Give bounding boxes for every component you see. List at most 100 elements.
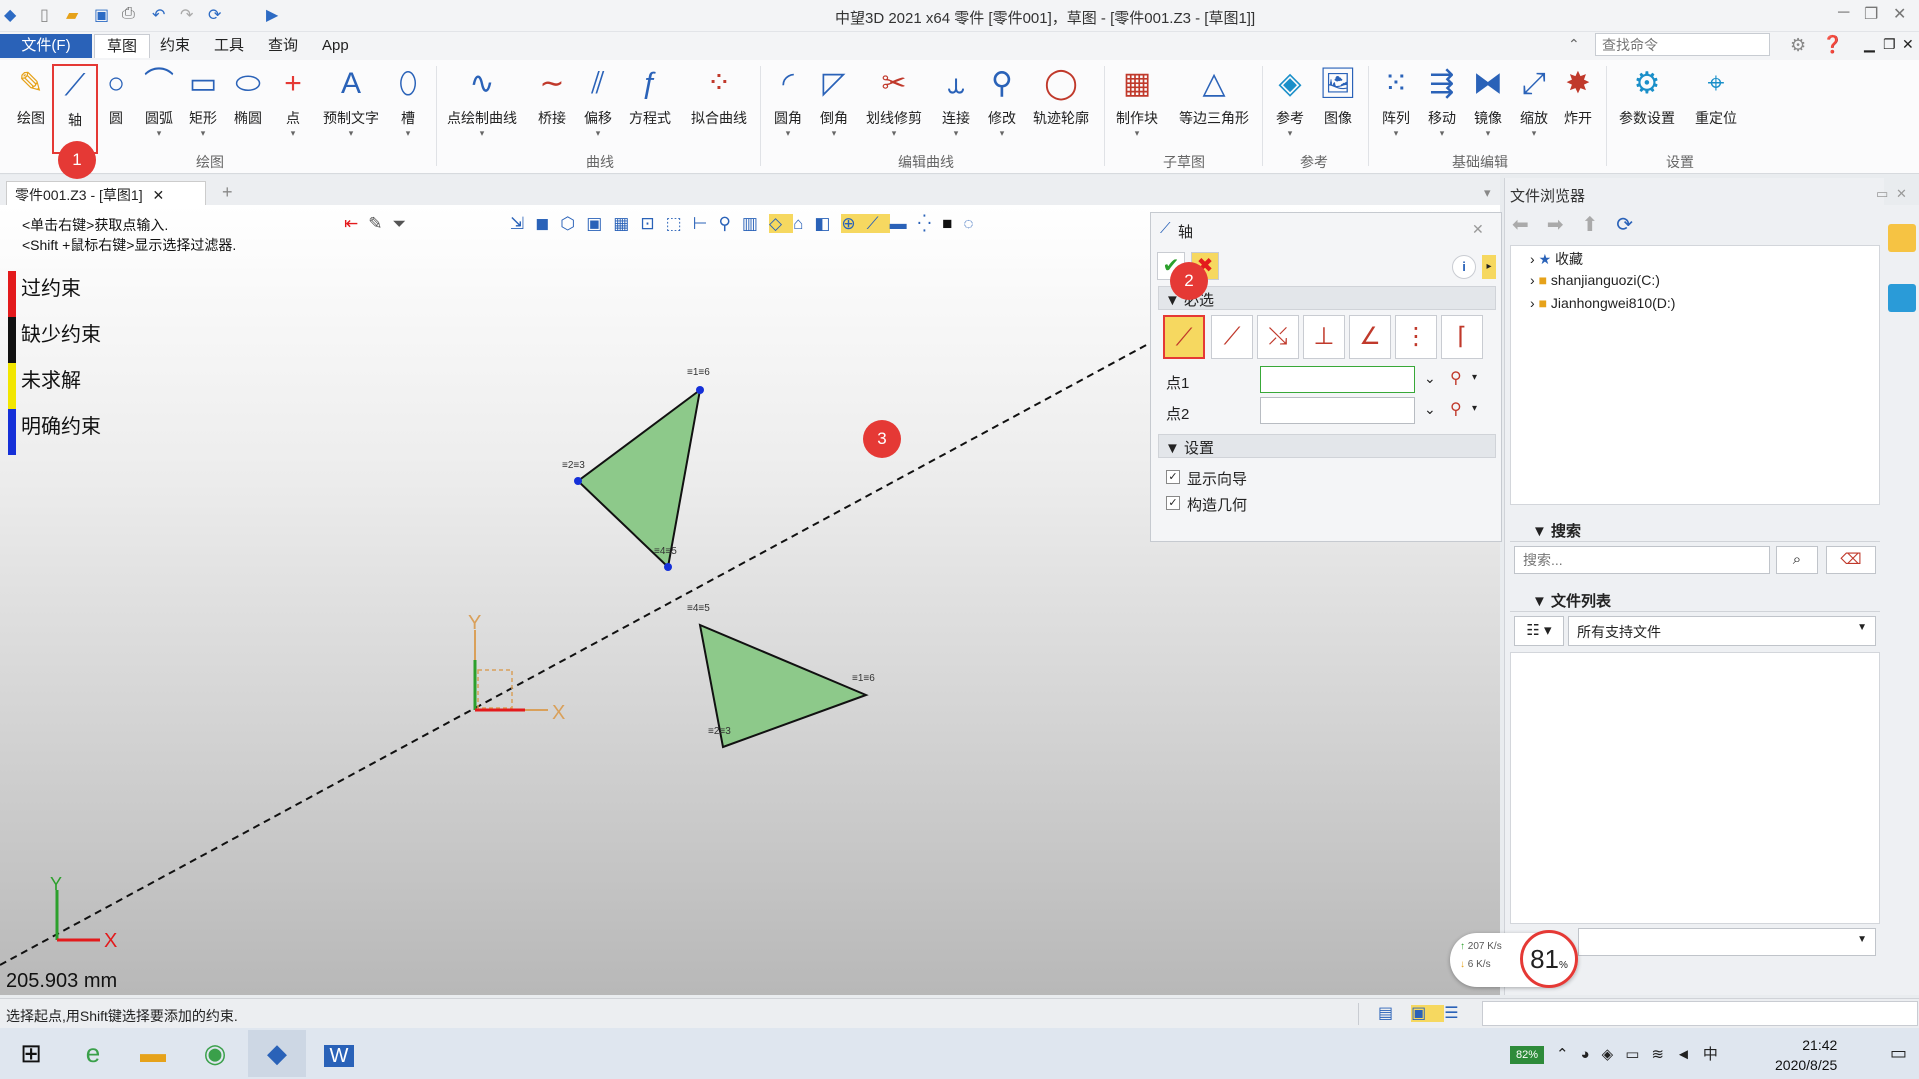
- point1-pick-icon[interactable]: ⚲: [1450, 368, 1462, 388]
- tab-list-icon[interactable]: ▾: [1484, 185, 1491, 201]
- doc-minimize-button[interactable]: ▁: [1864, 36, 1875, 53]
- trim-button[interactable]: ✂ 划线修剪 ▾: [862, 64, 926, 154]
- open-folder-icon[interactable]: ▰: [66, 5, 78, 25]
- brush-icon[interactable]: ✎: [368, 214, 392, 233]
- tree-item-favorites[interactable]: › ★ 收藏: [1530, 249, 1583, 269]
- file-menu[interactable]: 文件(F): [0, 34, 92, 58]
- dots-icon[interactable]: ⁛: [918, 214, 943, 233]
- forward-icon[interactable]: ➡: [1547, 214, 1582, 236]
- trace-profile-button[interactable]: ◯ 轨迹轮廓: [1028, 64, 1094, 154]
- clear-search-button[interactable]: ⌫: [1826, 546, 1876, 574]
- save-icon[interactable]: ▣: [94, 5, 109, 25]
- chamfer-button[interactable]: ◸ 倒角 ▾: [812, 64, 856, 154]
- panel-close-icon[interactable]: ✕: [1472, 221, 1484, 238]
- hide-icon[interactable]: ◧: [814, 214, 841, 233]
- measure-icon[interactable]: ⟋: [866, 214, 890, 233]
- close-button[interactable]: ✕: [1893, 4, 1906, 24]
- select-icon[interactable]: ⇲: [510, 214, 535, 233]
- parameter-settings-button[interactable]: ⚙ 参数设置: [1612, 64, 1682, 154]
- equilateral-triangle-button[interactable]: △ 等边三角形: [1172, 64, 1256, 154]
- view-mode-button[interactable]: ☷ ▾: [1514, 616, 1564, 646]
- scale-button[interactable]: ⤢ 缩放 ▾: [1512, 64, 1556, 154]
- layer-icon[interactable]: ▥: [742, 214, 769, 233]
- run-icon[interactable]: ▶: [266, 5, 278, 25]
- mirror-button[interactable]: ⧓ 镜像 ▾: [1466, 64, 1510, 154]
- wps-icon[interactable]: W: [310, 1030, 368, 1077]
- tray-network-app-icon[interactable]: ◈: [1602, 1046, 1626, 1063]
- connect-button[interactable]: ⥿ 连接 ▾: [934, 64, 978, 154]
- restore-button[interactable]: ❐: [1864, 4, 1878, 24]
- construct-geometry-checkbox[interactable]: ✓: [1166, 496, 1180, 510]
- tree-item-drive-c[interactable]: › ■ shanjianguozi(C:): [1530, 272, 1660, 288]
- offset-button[interactable]: ⫽ 偏移 ▾: [576, 64, 620, 154]
- axis-type-option[interactable]: ⊥: [1303, 315, 1345, 359]
- tray-expand-icon[interactable]: ⌃: [1556, 1046, 1581, 1063]
- point-curve-button[interactable]: ∿ 点绘制曲线 ▾: [442, 64, 522, 154]
- tray-device-icon[interactable]: ▭: [1625, 1046, 1651, 1063]
- search-button[interactable]: ⌕: [1776, 546, 1818, 574]
- axis-type-option[interactable]: ⌈: [1441, 315, 1483, 359]
- dimension-icon[interactable]: ⊢: [693, 214, 719, 233]
- axis-type-option[interactable]: ⤯: [1257, 315, 1299, 359]
- target-icon[interactable]: ⊕: [841, 214, 867, 233]
- reference-button[interactable]: ◈ 参考 ▾: [1268, 64, 1312, 154]
- point1-dropdown-icon[interactable]: ▾: [1472, 372, 1477, 383]
- section-file-list[interactable]: ▼ 文件列表: [1510, 586, 1880, 612]
- list-icon[interactable]: ☰: [1444, 1005, 1476, 1022]
- draw-button[interactable]: ✎ 绘图: [8, 64, 54, 154]
- axis-type-option[interactable]: ⟋: [1211, 315, 1253, 359]
- tray-app-icon[interactable]: ◕: [1581, 1046, 1602, 1063]
- explode-button[interactable]: ✸ 炸开: [1556, 64, 1600, 154]
- image-button[interactable]: 🖼 图像: [1316, 64, 1360, 154]
- array-button[interactable]: ⁙ 阵列 ▾: [1374, 64, 1418, 154]
- windows-start-icon[interactable]: ⊞: [2, 1030, 60, 1077]
- path-select[interactable]: ▼: [1578, 928, 1876, 956]
- tab-tools[interactable]: 工具: [202, 34, 256, 58]
- ime-icon[interactable]: 中: [1703, 1046, 1730, 1063]
- tab-constraint[interactable]: 约束: [148, 34, 202, 58]
- memory-usage-gauge[interactable]: 81%: [1520, 930, 1578, 988]
- rectangle-button[interactable]: ▭ 矩形 ▾: [182, 64, 224, 154]
- expand-panel-icon[interactable]: ▸: [1482, 255, 1496, 279]
- equation-button[interactable]: ƒ 方程式: [622, 64, 678, 154]
- zoom-box-icon[interactable]: ⬚: [666, 214, 693, 233]
- zw3d-taskbar-icon[interactable]: ◆: [248, 1030, 306, 1077]
- panel-float-icon[interactable]: ▭: [1876, 186, 1888, 202]
- browser-icon[interactable]: e: [64, 1030, 122, 1077]
- zoom-fit-icon[interactable]: ⊡: [640, 214, 665, 233]
- rebuild-icon[interactable]: ⟳: [208, 5, 221, 25]
- point2-dropdown-icon[interactable]: ▾: [1472, 403, 1477, 414]
- command-search-input[interactable]: [1595, 33, 1770, 56]
- minimize-button[interactable]: ─: [1838, 4, 1849, 22]
- move-button[interactable]: ⇶ 移动 ▾: [1420, 64, 1464, 154]
- new-file-icon[interactable]: ▯: [40, 5, 49, 25]
- print-icon[interactable]: ⎙: [122, 5, 135, 23]
- point1-options-icon[interactable]: ⌄: [1424, 370, 1436, 387]
- notification-icon[interactable]: ▭: [1890, 1043, 1907, 1064]
- doc-restore-button[interactable]: ❐: [1883, 36, 1896, 53]
- screen-icon[interactable]: ▣: [1411, 1005, 1445, 1022]
- ellipse-button[interactable]: ⬭ 椭圆: [226, 64, 270, 154]
- wifi-icon[interactable]: ≋: [1651, 1046, 1676, 1063]
- display-icon[interactable]: ▬: [890, 214, 918, 233]
- bridge-button[interactable]: ∼ 桥接: [530, 64, 574, 154]
- reposition-button[interactable]: ⌖ 重定位: [1688, 64, 1744, 154]
- lock-icon[interactable]: ⌂: [793, 214, 814, 233]
- tab-sketch[interactable]: 草图: [94, 34, 151, 58]
- file-filter-select[interactable]: 所有支持文件 ▼: [1568, 616, 1876, 646]
- point-button[interactable]: + 点 ▾: [274, 64, 312, 154]
- section-search[interactable]: ▼ 搜索: [1510, 516, 1880, 542]
- point1-input[interactable]: [1260, 366, 1415, 393]
- tree-item-drive-d[interactable]: › ■ Jianhongwei810(D:): [1530, 295, 1675, 311]
- file-list[interactable]: [1510, 652, 1880, 924]
- status-input[interactable]: [1482, 1001, 1918, 1026]
- make-block-button[interactable]: ▦ 制作块 ▾: [1110, 64, 1164, 154]
- up-icon[interactable]: ⬆: [1582, 214, 1617, 236]
- point2-input[interactable]: [1260, 397, 1415, 424]
- modify-button[interactable]: ⚲ 修改 ▾: [980, 64, 1024, 154]
- doc-close-button[interactable]: ✕: [1902, 36, 1914, 53]
- document-tab[interactable]: 零件001.Z3 - [草图1] ✕: [6, 181, 206, 205]
- color-icon[interactable]: ■: [942, 214, 963, 233]
- battery-indicator[interactable]: 82%: [1510, 1046, 1544, 1064]
- arc-button[interactable]: ⌒ 圆弧 ▾: [138, 64, 180, 154]
